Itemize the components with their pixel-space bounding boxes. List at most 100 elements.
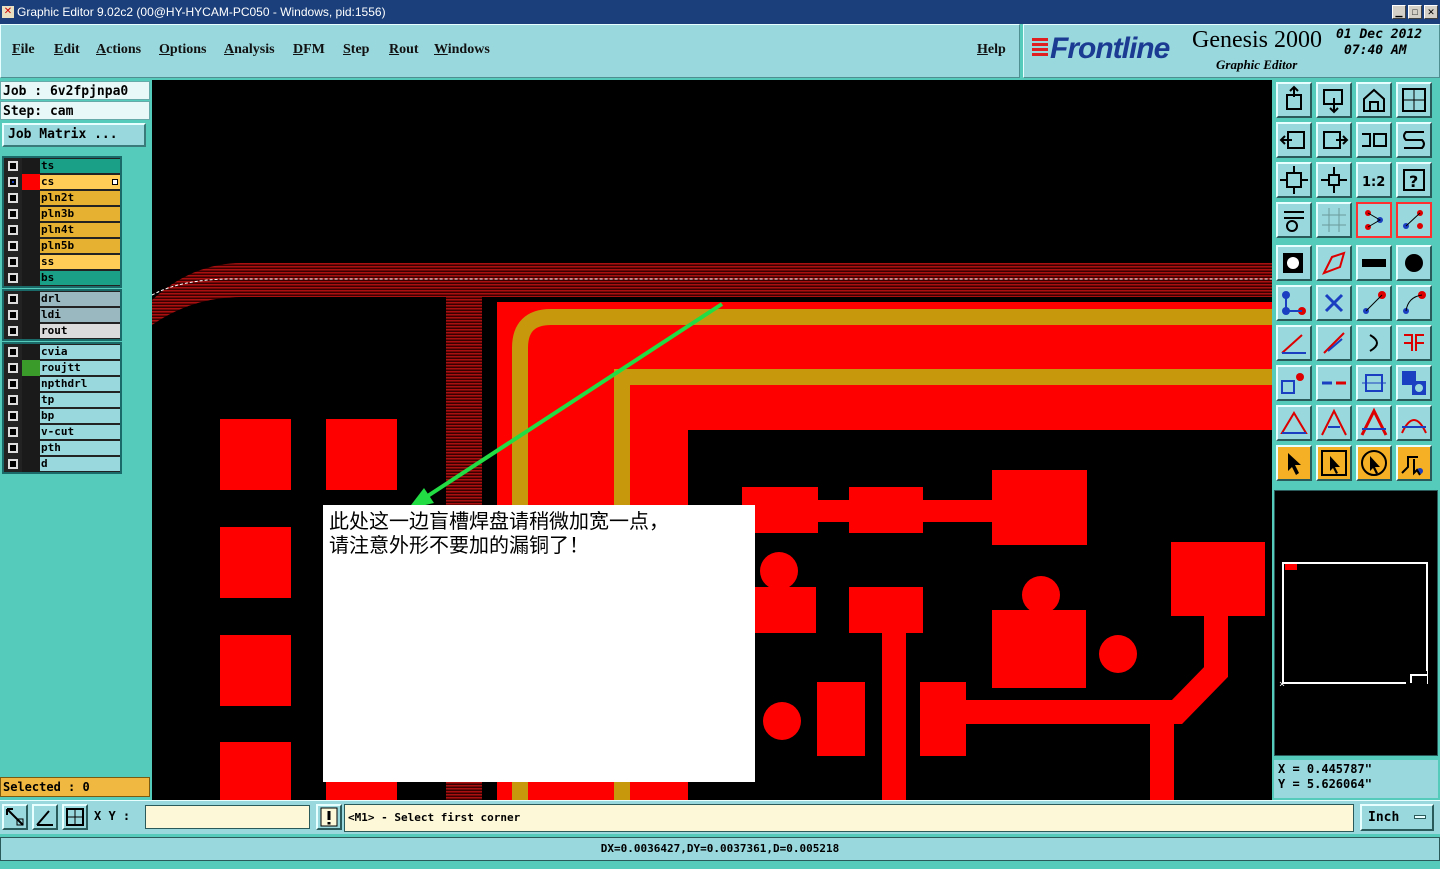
layer-name[interactable]: pln2t [40,191,120,205]
layer-name[interactable]: cs [40,175,120,189]
layer-color-swatch[interactable] [22,456,40,472]
layer-row-d[interactable]: d [4,456,120,472]
undo-view-button[interactable] [1356,122,1392,158]
layer-checkbox[interactable] [8,347,18,357]
job-matrix-button[interactable]: Job Matrix ... [2,123,146,147]
menu-file[interactable]: File [12,42,35,58]
layer-checkbox[interactable] [8,326,18,336]
move-tool-button[interactable] [1276,365,1312,401]
layer-checkbox[interactable] [8,177,18,187]
circle-tool-button[interactable] [1396,245,1432,281]
scale-1-2-button[interactable]: 1:2 [1356,162,1392,198]
line-tool-button[interactable] [1356,285,1392,321]
cross-tool-button[interactable] [1316,285,1352,321]
rect-tool-button[interactable] [1316,245,1352,281]
layer-checkbox[interactable] [8,257,18,267]
layer-row-pth[interactable]: pth [4,440,120,456]
menu-options[interactable]: Options [159,42,206,58]
layer-row-npthdrl[interactable]: npthdrl [4,376,120,392]
maximize-button[interactable]: □ [1408,5,1422,19]
pad-tool-button[interactable] [1276,245,1312,281]
layer-color-swatch[interactable] [22,158,40,174]
layer-name[interactable]: npthdrl [40,377,120,391]
menu-edit[interactable]: Edit [54,42,80,58]
select-circle-button[interactable] [1356,445,1392,481]
layer-color-swatch[interactable] [22,174,40,190]
ruler-tool-button[interactable] [1356,245,1392,281]
layer-name[interactable]: pln3b [40,207,120,221]
layer-color-swatch[interactable] [22,254,40,270]
pan-left-button[interactable] [1276,122,1312,158]
layer-name[interactable]: bp [40,409,120,423]
layer-color-swatch[interactable] [22,238,40,254]
redraw-button[interactable] [1396,122,1432,158]
layer-row-ts[interactable]: ts [4,158,120,174]
overview-map[interactable]: × [1274,490,1438,756]
layer-name[interactable]: roujtt [40,361,120,375]
layer-name[interactable]: v-cut [40,425,120,439]
xy-input[interactable] [145,805,310,829]
group-tool-button[interactable] [1396,365,1432,401]
layer-name[interactable]: ts [40,159,120,173]
snap-center-button[interactable] [62,804,88,830]
layer-color-swatch[interactable] [22,424,40,440]
trim-tool-button[interactable] [1316,365,1352,401]
select-arrow-button[interactable] [1276,445,1312,481]
layer-name[interactable]: drl [40,292,120,306]
peak-tool-button[interactable] [1316,405,1352,441]
layer-checkbox[interactable] [8,225,18,235]
menu-step[interactable]: Step [343,42,369,58]
layer-row-bs[interactable]: bs [4,270,120,286]
angle-tool-button[interactable] [1276,325,1312,361]
layer-checkbox[interactable] [8,459,18,469]
layer-name[interactable]: pln4t [40,223,120,237]
layer-color-swatch[interactable] [22,323,40,339]
layer-row-rout[interactable]: rout [4,323,120,339]
layer-row-pln2t[interactable]: pln2t [4,190,120,206]
layer-name[interactable]: rout [40,324,120,338]
layer-row-roujtt[interactable]: roujtt [4,360,120,376]
layer-checkbox[interactable] [8,427,18,437]
menu-actions[interactable]: Actions [96,42,141,58]
home-button[interactable] [1356,82,1392,118]
layer-row-ss[interactable]: ss [4,254,120,270]
layer-row-pln5b[interactable]: pln5b [4,238,120,254]
pan-right-button[interactable] [1316,122,1352,158]
alert-button[interactable] [316,804,342,830]
layer-name[interactable]: pln5b [40,239,120,253]
layer-checkbox[interactable] [8,411,18,421]
layer-row-bp[interactable]: bp [4,408,120,424]
select-box-button[interactable] [1316,445,1352,481]
measure-tool-button[interactable] [1276,202,1312,238]
slope-tool-button[interactable] [1316,325,1352,361]
layer-row-v-cut[interactable]: v-cut [4,424,120,440]
layer-row-tp[interactable]: tp [4,392,120,408]
zoom-out-button[interactable] [1316,162,1352,198]
zoom-home-button[interactable] [1276,82,1312,118]
layer-name[interactable]: cvia [40,345,120,359]
arc-tool-button[interactable] [1396,285,1432,321]
layer-checkbox[interactable] [8,161,18,171]
layer-name[interactable]: bs [40,271,120,285]
menu-dfm[interactable]: DFM [293,42,325,58]
minimize-button[interactable]: ▁ [1392,5,1406,19]
fit-view-button[interactable] [1276,162,1312,198]
layer-name[interactable]: pth [40,441,120,455]
layer-name[interactable]: tp [40,393,120,407]
arch-tool-button[interactable] [1356,405,1392,441]
layer-color-swatch[interactable] [22,360,40,376]
xy-view-button[interactable] [1396,82,1432,118]
layer-checkbox[interactable] [8,273,18,283]
snap-mode-button[interactable] [2,804,28,830]
layer-row-ldi[interactable]: ldi [4,307,120,323]
unit-selector[interactable]: Inch [1360,804,1434,831]
bridge-tool-button[interactable] [1396,405,1432,441]
layer-checkbox[interactable] [8,443,18,453]
triangle-tool-button[interactable] [1276,405,1312,441]
snap-grid-button[interactable] [32,804,58,830]
layer-name[interactable]: d [40,457,120,471]
layer-color-swatch[interactable] [22,408,40,424]
layer-name[interactable]: ldi [40,308,120,322]
node-tool-button[interactable] [1276,285,1312,321]
layer-color-swatch[interactable] [22,270,40,286]
